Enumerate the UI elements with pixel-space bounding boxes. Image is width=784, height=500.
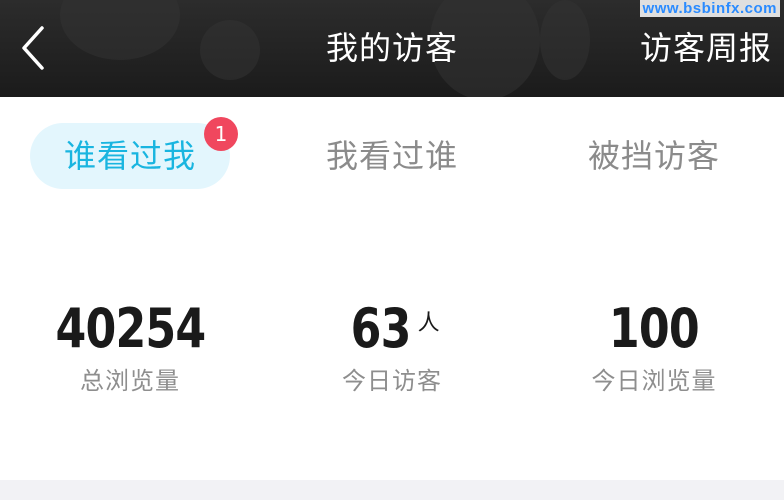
stat-total-views: 40254 总浏览量 <box>0 297 260 397</box>
stat-value: 63 <box>350 297 412 360</box>
stat-value: 40254 <box>55 297 206 360</box>
stat-label: 今日访客 <box>342 367 442 395</box>
tab-label: 被挡访客 <box>587 137 720 175</box>
tab-label: 我看过谁 <box>325 137 458 175</box>
weekly-report-button[interactable]: 访客周报 <box>640 26 772 70</box>
tab-label: 谁看过我 <box>63 137 196 175</box>
stat-today-views: 100 今日浏览量 <box>524 297 784 397</box>
top-bar: 我的访客 访客周报 www.bsbinfx.com <box>0 0 784 97</box>
tab-who-i-viewed[interactable]: 我看过谁 <box>292 123 492 189</box>
tab-blocked-visitors[interactable]: 被挡访客 <box>554 123 754 189</box>
stat-label: 今日浏览量 <box>591 367 717 395</box>
stat-value: 100 <box>609 297 700 360</box>
stat-today-visitors: 63 人 今日访客 <box>262 297 522 397</box>
tab-who-viewed-me[interactable]: 谁看过我 1 <box>30 117 238 189</box>
watermark: www.bsbinfx.com <box>639 0 780 17</box>
stat-unit: 人 <box>417 311 440 336</box>
visitor-card: 谁看过我 1 我看过谁 被挡访客 40254 总浏览量 63 人 今日访客 100… <box>0 97 784 480</box>
notification-badge: 1 <box>204 117 238 151</box>
stat-label: 总浏览量 <box>80 367 180 395</box>
